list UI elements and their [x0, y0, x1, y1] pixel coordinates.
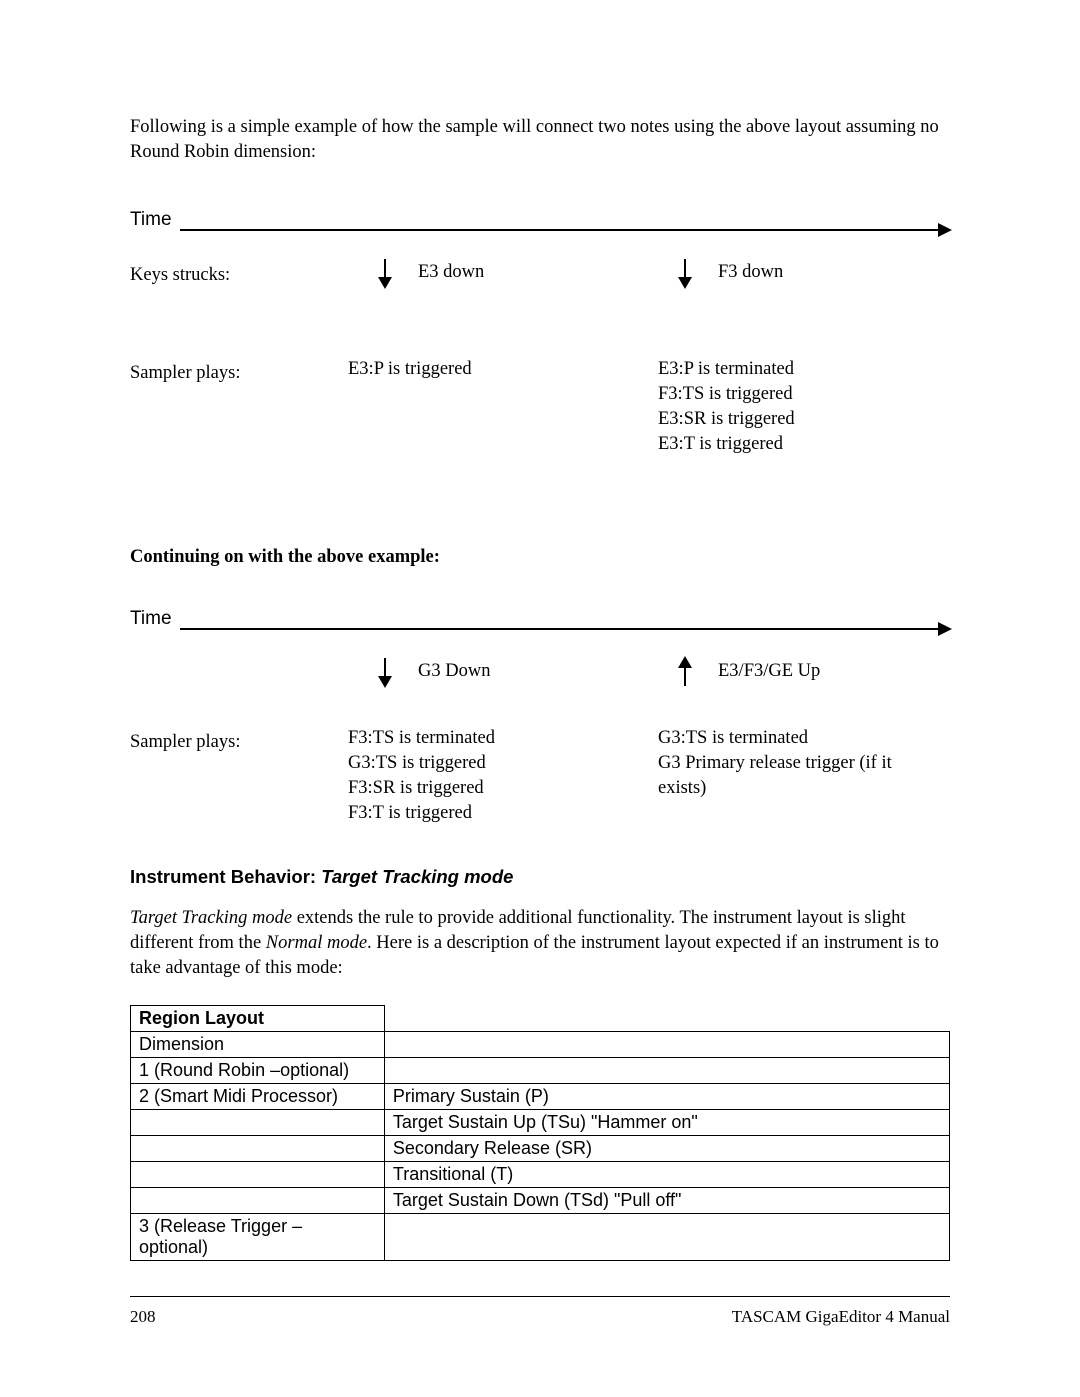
blank-label — [130, 658, 310, 686]
table-row: 3 (Release Trigger – optional) — [131, 1213, 950, 1260]
table-row: Transitional (T) — [131, 1161, 950, 1187]
arrow-up-icon — [684, 658, 686, 686]
sampler-line: G3 Primary release trigger (if it exists… — [658, 751, 918, 801]
table-cell: Target Sustain Down (TSd) "Pull off" — [384, 1187, 949, 1213]
table-row: Target Sustain Up (TSu) "Hammer on" — [131, 1109, 950, 1135]
key-event-1: E3 down — [418, 262, 484, 283]
sampler-line: E3:P is terminated — [658, 357, 795, 382]
sampler-line: F3:SR is triggered — [348, 776, 495, 801]
continuing-heading: Continuing on with the above example: — [130, 547, 950, 568]
region-layout-table: Region Layout Dimension 1 (Round Robin –… — [130, 1005, 950, 1261]
table-cell: Dimension — [131, 1031, 385, 1057]
table-row: Target Sustain Down (TSd) "Pull off" — [131, 1187, 950, 1213]
heading-mode: Target Tracking mode — [321, 866, 513, 887]
table-row: 1 (Round Robin –optional) — [131, 1057, 950, 1083]
arrow-down-icon — [684, 259, 686, 287]
para-italic-1: Target Tracking mode — [130, 908, 292, 928]
sampler-line: E3:P is triggered — [348, 357, 472, 382]
sampler-line: F3:TS is terminated — [348, 726, 495, 751]
arrow-down-icon — [384, 259, 386, 287]
sampler-line: G3:TS is triggered — [348, 751, 495, 776]
sampler-line: E3:T is triggered — [658, 432, 795, 457]
table-cell: 2 (Smart Midi Processor) — [131, 1083, 385, 1109]
table-cell: Transitional (T) — [384, 1161, 949, 1187]
table-row: Secondary Release (SR) — [131, 1135, 950, 1161]
section-heading: Instrument Behavior: Target Tracking mod… — [130, 866, 950, 888]
table-cell — [131, 1187, 385, 1213]
sampler-plays-label: Sampler plays: — [130, 357, 310, 457]
table-cell — [131, 1161, 385, 1187]
timeline-arrow-icon — [180, 229, 950, 231]
page-number: 208 — [130, 1307, 156, 1327]
table-header: Region Layout — [131, 1005, 385, 1031]
table-row: 2 (Smart Midi Processor) Primary Sustain… — [131, 1083, 950, 1109]
table-row: Dimension — [131, 1031, 950, 1057]
key-event-3: G3 Down — [418, 661, 490, 682]
key-event-4: E3/F3/GE Up — [718, 661, 820, 682]
key-event-2: F3 down — [718, 262, 783, 283]
para-italic-2: Normal mode — [266, 933, 367, 953]
diagram-1: Time Keys strucks: E3 down F3 down Sampl… — [130, 205, 950, 457]
table-cell — [384, 1057, 949, 1083]
footer-title: TASCAM GigaEditor 4 Manual — [732, 1307, 950, 1327]
table-cell — [384, 1213, 949, 1260]
keys-struck-label: Keys strucks: — [130, 259, 310, 287]
sampler-plays-label: Sampler plays: — [130, 726, 310, 826]
time-label: Time — [130, 209, 172, 231]
time-label: Time — [130, 608, 172, 630]
intro-paragraph: Following is a simple example of how the… — [130, 115, 950, 165]
table-cell — [384, 1031, 949, 1057]
table-cell — [131, 1135, 385, 1161]
table-cell: Target Sustain Up (TSu) "Hammer on" — [384, 1109, 949, 1135]
timeline-arrow-icon — [180, 628, 950, 630]
page-footer: 208 TASCAM GigaEditor 4 Manual — [130, 1296, 950, 1327]
table-cell — [131, 1109, 385, 1135]
table-blank — [384, 1005, 949, 1031]
table-cell: 1 (Round Robin –optional) — [131, 1057, 385, 1083]
sampler-line: F3:T is triggered — [348, 801, 495, 826]
sampler-line: G3:TS is terminated — [658, 726, 918, 751]
heading-prefix: Instrument Behavior: — [130, 866, 321, 887]
sampler-line: F3:TS is triggered — [658, 382, 795, 407]
diagram-2: Time G3 Down E3/F3/GE Up Sampler plays: — [130, 604, 950, 826]
table-cell: Primary Sustain (P) — [384, 1083, 949, 1109]
table-cell: Secondary Release (SR) — [384, 1135, 949, 1161]
sampler-line: E3:SR is triggered — [658, 407, 795, 432]
table-cell: 3 (Release Trigger – optional) — [131, 1213, 385, 1260]
arrow-down-icon — [384, 658, 386, 686]
body-paragraph: Target Tracking mode extends the rule to… — [130, 906, 950, 981]
